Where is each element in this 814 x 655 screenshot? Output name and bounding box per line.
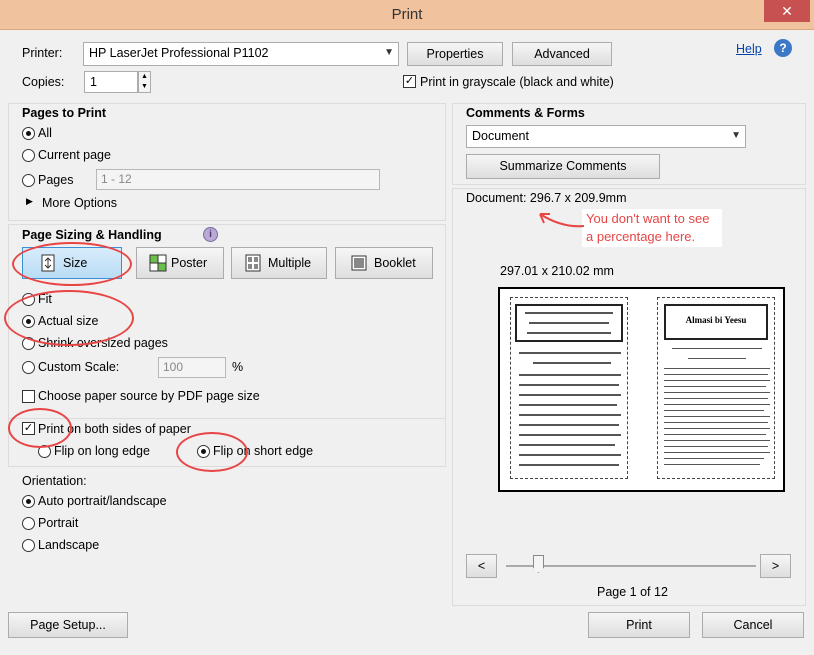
pages-range-input[interactable]: 1 - 12 [96, 169, 380, 190]
window-title: Print [391, 6, 423, 23]
radio-custom-scale[interactable] [22, 361, 35, 374]
close-button[interactable]: ✕ [764, 0, 810, 22]
radio-landscape-label: Landscape [38, 538, 100, 552]
copies-input[interactable]: 1 [84, 71, 138, 93]
print-button[interactable]: Print [588, 612, 690, 638]
radio-all[interactable] [22, 127, 35, 140]
help-icon[interactable]: ? [774, 39, 792, 57]
booklet-icon [351, 255, 367, 271]
radio-portrait[interactable] [22, 517, 35, 530]
radio-auto-orientation-label: Auto portrait/landscape [38, 494, 167, 508]
orientation-heading: Orientation: [22, 474, 87, 488]
radio-custom-scale-label: Custom Scale: [38, 360, 120, 374]
preview-left-page [510, 297, 628, 479]
more-options-toggle[interactable]: More Options [42, 196, 117, 210]
tab-poster-label: Poster [171, 256, 208, 270]
radio-pages[interactable] [22, 174, 35, 187]
copies-value: 1 [90, 75, 97, 89]
prev-page-button[interactable]: < [466, 554, 497, 578]
chevron-down-icon: ▼ [731, 130, 741, 141]
grayscale-checkbox[interactable]: ✓ [403, 75, 416, 88]
tab-booklet-label: Booklet [374, 256, 416, 270]
tab-poster[interactable]: Poster [136, 247, 224, 279]
annotation-note: You don't want to see a percentage here. [582, 209, 722, 247]
printer-label: Printer: [22, 46, 63, 60]
next-page-button[interactable]: > [760, 554, 791, 578]
preview-sheet: Almasi bi Yeesu [498, 287, 785, 492]
annotation-circle-both-sides [8, 408, 72, 448]
annotation-arrow-icon [539, 213, 585, 228]
percent-label: % [232, 360, 244, 374]
info-icon[interactable]: i [203, 227, 218, 242]
annotation-circle-short-edge [176, 432, 248, 472]
paper-source-checkbox[interactable] [22, 390, 35, 403]
page-indicator: Page 1 of 12 [597, 585, 668, 599]
printer-select[interactable]: HP LaserJet Professional P1102 ▼ [83, 42, 399, 66]
multiple-icon [245, 254, 261, 272]
radio-landscape[interactable] [22, 539, 35, 552]
title-bar: Print ✕ [0, 0, 814, 30]
tab-booklet[interactable]: Booklet [335, 247, 433, 279]
poster-icon [149, 254, 167, 272]
radio-portrait-label: Portrait [38, 516, 79, 530]
radio-all-label: All [38, 126, 52, 140]
tab-multiple[interactable]: Multiple [231, 247, 327, 279]
annotation-circle-size [12, 242, 132, 286]
cancel-button[interactable]: Cancel [702, 612, 804, 638]
summarize-comments-button[interactable]: Summarize Comments [466, 154, 660, 179]
properties-button[interactable]: Properties [407, 42, 503, 66]
copies-label: Copies: [22, 75, 65, 89]
radio-long-edge-label: Flip on long edge [54, 444, 150, 458]
advanced-button[interactable]: Advanced [512, 42, 612, 66]
radio-current-page[interactable] [22, 149, 35, 162]
page-sizing-heading: Page Sizing & Handling [22, 228, 162, 242]
tab-multiple-label: Multiple [268, 256, 312, 270]
paper-size-label: 297.01 x 210.02 mm [500, 264, 614, 278]
page-setup-button[interactable]: Page Setup... [8, 612, 128, 638]
pages-to-print-heading: Pages to Print [22, 106, 107, 120]
right-page-title: Almasi bi Yeesu [685, 315, 747, 325]
comments-heading: Comments & Forms [466, 106, 585, 120]
expand-triangle-icon[interactable]: ▶ [26, 196, 33, 207]
printer-selected-value: HP LaserJet Professional P1102 [89, 46, 269, 60]
grayscale-label: Print in grayscale (black and white) [420, 75, 614, 89]
comments-select[interactable]: Document ▼ [466, 125, 746, 148]
right-page-header: Almasi bi Yeesu [664, 304, 768, 340]
custom-scale-input[interactable]: 100 [158, 357, 226, 378]
preview-right-page: Almasi bi Yeesu [657, 297, 775, 479]
radio-pages-label: Pages [38, 173, 74, 187]
radio-current-page-label: Current page [38, 148, 111, 162]
chevron-down-icon: ▼ [384, 47, 394, 58]
copies-stepper[interactable]: ▲ ▼ [138, 71, 151, 93]
help-link[interactable]: Help [736, 42, 762, 56]
comments-selected-value: Document [472, 129, 529, 143]
radio-auto-orientation[interactable] [22, 495, 35, 508]
paper-source-label: Choose paper source by PDF page size [38, 389, 260, 403]
annotation-circle-actual-size [4, 290, 134, 346]
